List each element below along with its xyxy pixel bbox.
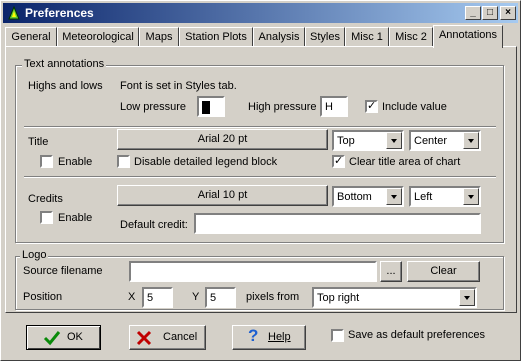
checkmark-icon — [43, 331, 61, 346]
tab-station-plots[interactable]: Station Plots — [179, 27, 253, 47]
y-label: Y — [192, 291, 200, 303]
credits-align-value: Left — [414, 191, 433, 203]
app-icon — [8, 5, 20, 20]
credits-align-select[interactable]: Left — [409, 186, 481, 207]
y-input[interactable]: 5 — [205, 287, 236, 308]
x-label: X — [128, 291, 136, 303]
x-input[interactable]: 5 — [142, 287, 173, 308]
credits-position-value: Bottom — [337, 191, 372, 203]
logo-legend: Logo — [20, 249, 49, 261]
text-annotations-legend: Text annotations — [22, 58, 107, 70]
annotations-panel: Text annotations Highs and lows Font is … — [5, 46, 517, 313]
preferences-window: Preferences _ □ × General Meteorological… — [0, 0, 521, 361]
disable-legend-label: Disable detailed legend block — [134, 156, 278, 168]
include-value-checkbox[interactable]: ✓ — [365, 100, 378, 113]
default-credit-input[interactable] — [194, 213, 481, 234]
title-align-select[interactable]: Center — [409, 130, 481, 151]
window-title: Preferences — [25, 6, 94, 20]
include-value-label: Include value — [382, 101, 447, 113]
high-pressure-label: High pressure — [248, 101, 317, 113]
tab-misc1[interactable]: Misc 1 — [345, 27, 389, 47]
high-pressure-input[interactable]: H — [320, 96, 348, 117]
chevron-down-icon — [463, 132, 479, 149]
separator — [24, 126, 496, 128]
chevron-down-icon — [459, 289, 475, 306]
low-pressure-label: Low pressure — [120, 101, 187, 113]
source-filename-input[interactable] — [129, 261, 377, 282]
title-align-value: Center — [414, 135, 448, 147]
ok-button[interactable]: OK — [26, 325, 101, 350]
clear-title-label: Clear title area of chart — [349, 156, 461, 168]
tab-analysis[interactable]: Analysis — [253, 27, 305, 47]
credits-font-button[interactable]: Arial 10 pt — [117, 185, 328, 206]
ok-label: OK — [67, 331, 83, 343]
tab-strip: General Meteorological Maps Station Plot… — [5, 25, 519, 48]
pixels-from-label: pixels from — [246, 291, 300, 303]
tab-maps[interactable]: Maps — [139, 27, 179, 47]
title-position-value: Top — [337, 135, 355, 147]
font-note: Font is set in Styles tab. — [120, 80, 237, 92]
help-label: Help — [268, 331, 291, 343]
credits-enable-label: Enable — [58, 212, 93, 224]
browse-button[interactable]: ... — [380, 261, 402, 282]
credits-position-select[interactable]: Bottom — [332, 186, 404, 207]
separator — [24, 176, 496, 178]
chevron-down-icon — [463, 188, 479, 205]
title-font-button[interactable]: Arial 20 pt — [117, 129, 328, 150]
clear-logo-button[interactable]: Clear — [407, 261, 480, 282]
cancel-x-icon — [136, 330, 152, 346]
chevron-down-icon — [386, 188, 402, 205]
chevron-down-icon — [386, 132, 402, 149]
clear-title-checkbox[interactable]: ✓ — [332, 155, 345, 168]
cancel-label: Cancel — [163, 331, 198, 343]
position-label: Position — [23, 291, 63, 303]
title-enable-label: Enable — [58, 156, 93, 168]
title-position-select[interactable]: Top — [332, 130, 404, 151]
credits-enable-checkbox[interactable] — [40, 211, 53, 224]
tab-misc2[interactable]: Misc 2 — [389, 27, 433, 47]
title-enable-checkbox[interactable] — [40, 155, 53, 168]
credits-label: Credits — [28, 193, 63, 205]
logo-anchor-value: Top right — [317, 292, 360, 304]
minimize-button[interactable]: _ — [465, 6, 481, 20]
text-annotations-group: Text annotations Highs and lows Font is … — [15, 58, 504, 243]
cancel-button[interactable]: Cancel — [129, 325, 206, 350]
source-filename-label: Source filename — [23, 265, 103, 277]
tab-meteorological[interactable]: Meteorological — [57, 27, 139, 47]
tab-styles[interactable]: Styles — [305, 27, 345, 47]
logo-group: Logo Source filename ... Clear Position … — [15, 249, 504, 310]
save-default-label: Save as default preferences — [348, 329, 485, 341]
title-bar: Preferences _ □ × — [3, 3, 518, 23]
title-label: Title — [28, 136, 49, 148]
help-button[interactable]: ? Help — [232, 325, 306, 350]
logo-anchor-select[interactable]: Top right — [312, 287, 477, 308]
close-button[interactable]: × — [500, 6, 516, 20]
text-caret — [202, 100, 210, 114]
low-pressure-input[interactable] — [197, 96, 225, 117]
tab-annotations[interactable]: Annotations — [433, 25, 503, 48]
default-credit-label: Default credit: — [120, 219, 188, 231]
highs-lows-label: Highs and lows — [28, 80, 103, 92]
question-mark-icon: ? — [248, 326, 259, 345]
disable-legend-checkbox[interactable] — [117, 155, 130, 168]
tab-general[interactable]: General — [5, 27, 57, 47]
maximize-button[interactable]: □ — [482, 6, 498, 20]
save-default-checkbox[interactable] — [331, 329, 344, 342]
